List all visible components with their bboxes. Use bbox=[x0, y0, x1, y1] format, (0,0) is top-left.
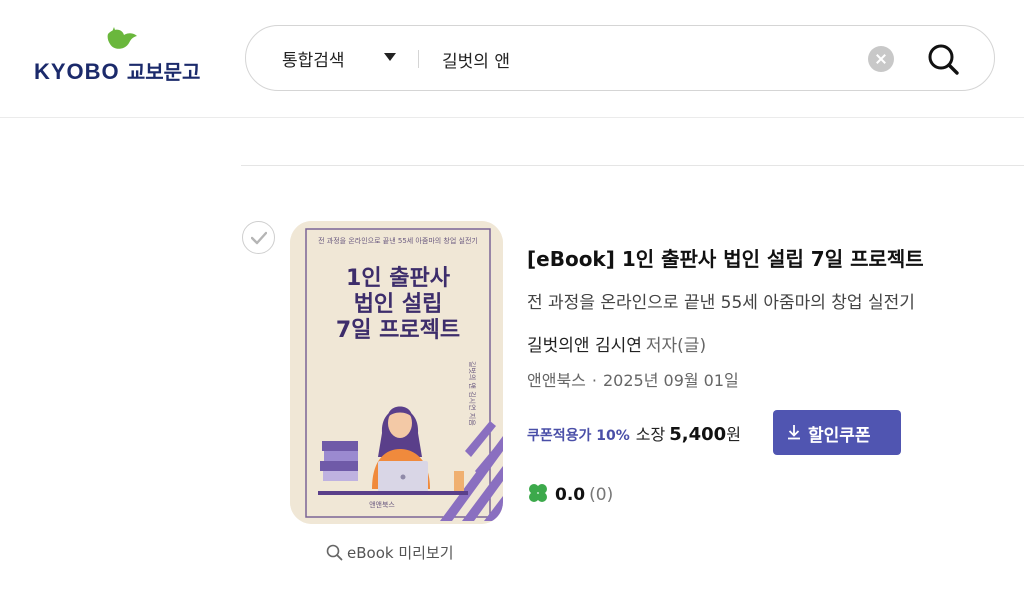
section-divider bbox=[241, 165, 1024, 166]
coupon-button-label: 할인쿠폰 bbox=[808, 426, 871, 446]
preview-label: eBook 미리보기 bbox=[347, 544, 454, 562]
price-unit: 원 bbox=[726, 425, 741, 444]
cover-side-text: 길벗의 앤 김시연 지음 bbox=[468, 361, 477, 426]
book-subtitle: 전 과정을 온라인으로 끝낸 55세 아줌마의 창업 실전기 bbox=[527, 293, 915, 313]
cup-illustration bbox=[454, 471, 464, 491]
rating-count: (0) bbox=[589, 485, 614, 505]
price-value: 5,400 bbox=[669, 424, 727, 445]
price-line: 쿠폰적용가 10% 소장 5,400원 bbox=[527, 421, 741, 445]
books-stack-illustration bbox=[320, 441, 358, 481]
check-icon bbox=[251, 231, 267, 245]
cover-title-1: 1인 출판사 bbox=[346, 266, 451, 291]
cover-title-2: 법인 설립 bbox=[354, 292, 443, 317]
search-bar: 통합검색 bbox=[245, 25, 995, 91]
search-scope-select[interactable]: 통합검색 bbox=[282, 46, 345, 71]
logo-kr: 교보문고 bbox=[126, 60, 201, 84]
book-cover[interactable]: 전 과정을 온라인으로 끝낸 55세 아줌마의 창업 실전기 1인 출판사 법인… bbox=[290, 221, 503, 524]
download-icon bbox=[788, 425, 800, 440]
separator-dot: · bbox=[591, 371, 597, 390]
author-role: 저자(글) bbox=[645, 336, 707, 356]
logo-en: KYOBO bbox=[34, 59, 120, 84]
discount-coupon-button[interactable]: 할인쿠폰 bbox=[773, 410, 901, 455]
author-line: 길벗의앤 김시연 저자(글) bbox=[527, 331, 706, 356]
cover-top-line: 전 과정을 온라인으로 끝낸 55세 아줌마의 창업 실전기 bbox=[318, 236, 478, 245]
book-cover-art: 전 과정을 온라인으로 끝낸 55세 아줌마의 창업 실전기 1인 출판사 법인… bbox=[290, 221, 503, 524]
rating-score: 0.0 bbox=[555, 485, 586, 505]
author-link[interactable]: 길벗의앤 김시연 bbox=[527, 336, 642, 356]
kyobo-logo[interactable]: KYOBO 교보문고 bbox=[34, 26, 224, 86]
cover-publisher: 앤앤북스 bbox=[369, 500, 395, 509]
book-title[interactable]: [eBook] 1인 출판사 법인 설립 7일 프로젝트 bbox=[527, 243, 924, 272]
search-input[interactable] bbox=[442, 44, 842, 74]
search-icon[interactable] bbox=[924, 40, 962, 78]
coupon-price-tag: 쿠폰적용가 10% bbox=[527, 428, 630, 444]
search-divider bbox=[418, 50, 419, 68]
clear-icon[interactable] bbox=[868, 46, 894, 72]
cover-title-3: 7일 프로젝트 bbox=[336, 318, 460, 343]
bird-logo-icon bbox=[107, 27, 137, 49]
publish-date: 2025년 09월 01일 bbox=[602, 371, 739, 390]
select-item-checkbox[interactable] bbox=[242, 221, 275, 254]
magnifier-icon bbox=[326, 544, 343, 561]
publisher-line: 앤앤북스 · 2025년 09월 01일 bbox=[527, 367, 739, 391]
publisher-link[interactable]: 앤앤북스 bbox=[527, 371, 586, 390]
own-label: 소장 bbox=[635, 425, 666, 444]
desk-illustration bbox=[318, 491, 468, 495]
logo-text: KYOBO 교보문고 bbox=[34, 56, 200, 85]
rating: 0.0 (0) bbox=[527, 482, 613, 505]
clover-icon bbox=[529, 484, 547, 502]
header: KYOBO 교보문고 통합검색 bbox=[0, 0, 1024, 118]
ebook-preview-link[interactable]: eBook 미리보기 bbox=[326, 542, 454, 563]
caret-down-icon[interactable] bbox=[384, 53, 396, 61]
